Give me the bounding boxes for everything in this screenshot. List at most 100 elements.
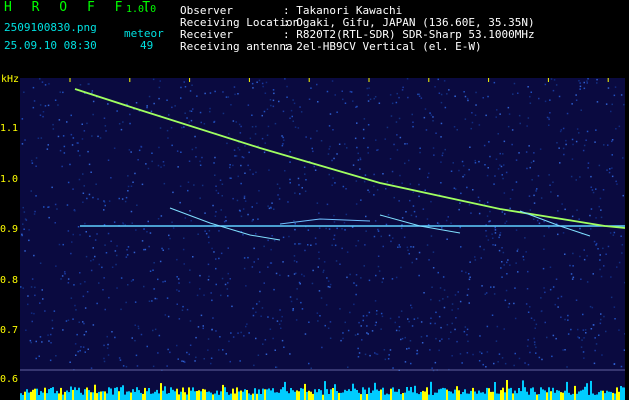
noise-bar-segment <box>370 392 372 400</box>
noise-speck <box>505 289 508 292</box>
noise-speck <box>140 145 142 148</box>
noise-speck <box>373 173 375 176</box>
noise-speck <box>73 284 75 286</box>
noise-speck <box>478 212 481 215</box>
noise-speck <box>453 126 456 128</box>
noise-speck <box>83 322 85 325</box>
noise-speck <box>503 192 506 194</box>
noise-speck <box>355 293 357 296</box>
noise-speck <box>199 274 201 277</box>
noise-bar-segment <box>246 390 248 400</box>
noise-speck <box>536 188 538 190</box>
noise-speck <box>211 299 213 302</box>
noise-speck <box>81 123 83 125</box>
noise-speck <box>299 193 301 195</box>
noise-speck <box>81 138 84 140</box>
noise-speck <box>207 279 210 281</box>
noise-speck <box>466 352 469 354</box>
noise-speck <box>529 95 531 98</box>
noise-bar-segment <box>186 394 188 400</box>
noise-speck <box>94 255 96 258</box>
noise-speck <box>211 247 213 250</box>
noise-speck <box>233 86 236 88</box>
noise-speck <box>304 333 307 335</box>
noise-speck <box>31 320 33 323</box>
noise-speck <box>594 349 596 352</box>
noise-speck <box>583 258 586 261</box>
noise-speck <box>230 332 232 334</box>
noise-speck <box>110 177 112 179</box>
noise-speck <box>355 245 357 247</box>
noise-bar-segment <box>302 388 304 400</box>
noise-speck <box>364 174 367 176</box>
noise-speck <box>614 318 616 320</box>
noise-speck <box>329 145 331 148</box>
noise-speck <box>525 303 528 305</box>
noise-speck <box>213 121 215 123</box>
noise-speck <box>385 223 388 226</box>
noise-speck <box>607 144 609 146</box>
noise-speck <box>220 209 222 211</box>
noise-speck <box>527 117 530 119</box>
noise-speck <box>82 192 85 194</box>
noise-speck <box>229 360 231 363</box>
noise-speck <box>205 232 208 235</box>
noise-speck <box>526 167 528 170</box>
noise-speck <box>103 209 105 211</box>
noise-bar-segment <box>150 393 152 400</box>
noise-speck <box>552 181 554 183</box>
noise-speck <box>23 228 25 230</box>
noise-speck <box>613 231 616 234</box>
noise-speck <box>552 334 555 337</box>
noise-bar-segment <box>566 381 568 400</box>
noise-speck <box>390 240 392 243</box>
noise-speck <box>579 255 581 258</box>
noise-speck <box>289 182 291 184</box>
noise-speck <box>21 143 24 145</box>
noise-speck <box>394 321 396 324</box>
noise-speck <box>365 215 367 218</box>
noise-speck <box>358 352 361 354</box>
noise-bar-segment <box>374 382 376 400</box>
noise-speck <box>620 235 622 237</box>
noise-speck <box>187 189 189 192</box>
noise-speck <box>409 340 412 342</box>
noise-speck <box>253 247 255 250</box>
noise-speck <box>42 298 44 300</box>
noise-bar-segment <box>254 388 256 400</box>
noise-bar-segment <box>458 390 460 400</box>
noise-speck <box>252 87 254 89</box>
noise-speck <box>412 125 414 128</box>
noise-speck <box>191 148 194 151</box>
noise-speck <box>333 157 335 160</box>
noise-speck <box>454 294 457 296</box>
noise-speck <box>559 130 562 133</box>
noise-speck <box>212 204 214 207</box>
noise-speck <box>344 321 346 324</box>
noise-speck <box>406 246 409 249</box>
noise-speck <box>474 114 477 116</box>
noise-speck <box>279 309 281 311</box>
noise-speck <box>278 323 281 325</box>
noise-speck <box>438 223 440 225</box>
noise-speck <box>464 95 467 98</box>
noise-bar-segment <box>80 392 82 400</box>
noise-speck <box>384 138 386 140</box>
noise-bar-segment <box>504 392 506 400</box>
noise-speck <box>157 218 160 220</box>
noise-speck <box>475 91 477 94</box>
noise-bar-segment <box>36 388 38 400</box>
noise-speck <box>217 192 220 194</box>
noise-speck <box>252 218 254 221</box>
noise-speck <box>620 94 623 96</box>
noise-bar-segment <box>622 387 624 400</box>
noise-speck <box>392 182 394 184</box>
noise-bar-segment <box>224 387 226 400</box>
noise-speck <box>532 160 535 162</box>
noise-speck <box>511 129 514 131</box>
noise-speck <box>192 256 194 258</box>
noise-bar-segment <box>484 393 486 400</box>
noise-bar-segment <box>306 391 308 400</box>
noise-speck <box>176 303 178 305</box>
noise-speck <box>186 351 188 354</box>
